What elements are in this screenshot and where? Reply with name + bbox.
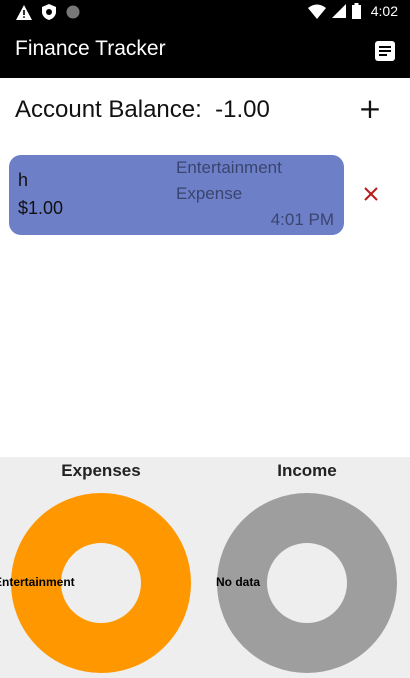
income-slice-label: No data [216,575,261,589]
status-time: 4:02 [370,3,398,19]
status-bar: 4:02 [0,0,410,24]
shield-icon [42,4,56,20]
close-icon [364,187,378,201]
battery-icon [351,3,361,19]
add-transaction-button[interactable]: + [356,95,384,125]
transaction-time: 4:01 PM [270,210,334,229]
app-bar: Finance Tracker [0,24,410,78]
charts-svg [11,493,397,673]
list-icon[interactable] [374,40,396,62]
delete-transaction-button[interactable] [360,183,382,205]
charts-panel: Expenses Income Entertainment No data [0,457,410,678]
transaction-category: Entertainment [176,158,282,177]
expenses-slice-label: Entertainment [0,575,75,589]
balance-value: -1.00 [215,96,270,123]
circle-icon [66,5,80,19]
account-balance: Account Balance: -1.00 [15,96,270,124]
balance-label: Account Balance: [15,96,202,123]
transaction-card[interactable]: h $1.00 Entertainment Expense 4:01 PM [9,155,344,235]
status-left-icons [16,4,80,20]
cell-signal-icon [331,4,346,18]
status-right-icons: 4:02 [307,3,398,19]
transaction-name: h [18,170,29,190]
transaction-amount: $1.00 [18,198,64,218]
slice-income-no-data [217,493,397,673]
app-title: Finance Tracker [15,37,166,60]
wifi-icon [307,4,326,19]
transaction-type: Expense [176,184,243,203]
warning-icon [16,4,32,20]
